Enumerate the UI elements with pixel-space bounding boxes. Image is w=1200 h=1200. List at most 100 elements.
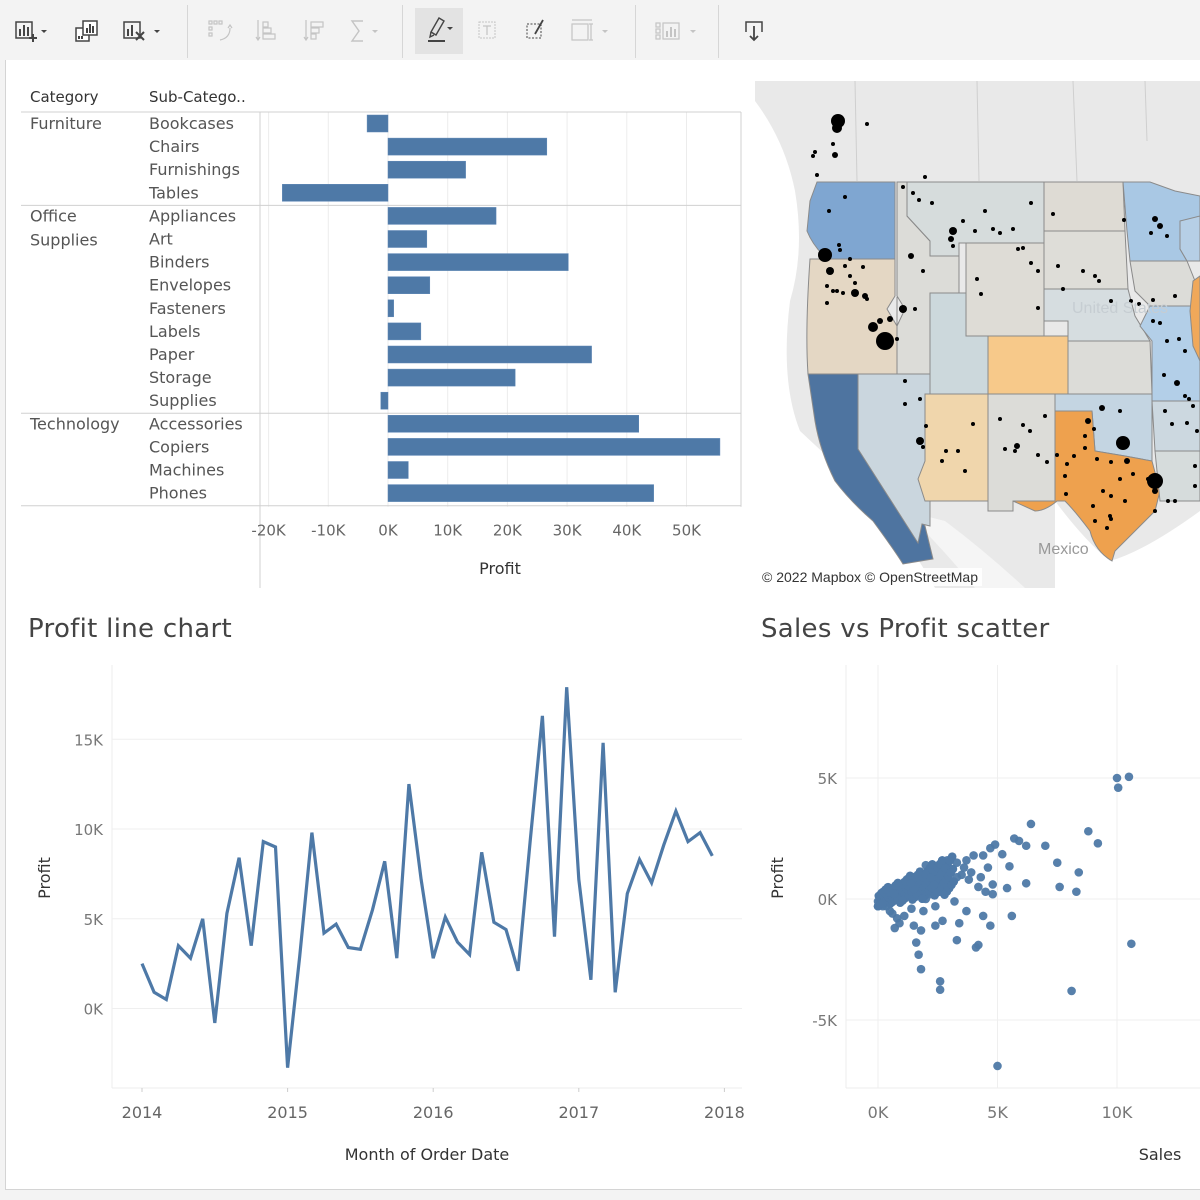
city-point[interactable] <box>1051 212 1055 216</box>
city-point[interactable] <box>1021 246 1025 250</box>
city-point[interactable] <box>913 307 917 311</box>
city-point[interactable] <box>1097 279 1101 283</box>
city-point[interactable] <box>1083 434 1087 438</box>
city-point[interactable] <box>1055 453 1059 457</box>
city-point[interactable] <box>815 173 819 177</box>
scatter-point[interactable] <box>878 898 887 908</box>
city-point[interactable] <box>979 292 983 296</box>
line-point[interactable] <box>502 926 510 934</box>
scatter-point[interactable] <box>1041 841 1050 851</box>
line-point[interactable] <box>660 841 668 849</box>
city-point[interactable] <box>1123 499 1127 503</box>
scatter-point[interactable] <box>931 901 940 911</box>
line-point[interactable] <box>684 838 692 846</box>
scatter-point[interactable] <box>962 906 971 916</box>
scatter-point[interactable] <box>986 843 995 853</box>
scatter-point[interactable] <box>983 863 993 872</box>
scatter-point[interactable] <box>1052 858 1062 867</box>
subcategory-label[interactable]: Appliances <box>149 206 236 225</box>
profit-map[interactable]: United States Mexico © 2022 Mapbox © Ope… <box>755 81 1200 588</box>
scatter-point[interactable] <box>906 879 916 888</box>
scatter-point[interactable] <box>937 856 947 865</box>
scatter-point[interactable] <box>950 897 959 906</box>
scatter-point[interactable] <box>978 911 988 921</box>
scatter-point[interactable] <box>881 885 890 894</box>
subcategory-label[interactable]: Accessories <box>149 414 243 433</box>
city-point[interactable] <box>831 142 835 146</box>
scatter-point[interactable] <box>1007 911 1017 921</box>
city-point[interactable] <box>1045 460 1049 464</box>
city-point[interactable] <box>1095 457 1099 461</box>
city-point[interactable] <box>917 198 921 202</box>
scatter-point[interactable] <box>988 880 998 889</box>
line-point[interactable] <box>211 1019 219 1027</box>
profit-bar[interactable] <box>387 207 497 225</box>
state-louisiana[interactable] <box>1154 450 1200 502</box>
line-point[interactable] <box>223 909 231 917</box>
line-point[interactable] <box>259 838 267 846</box>
profit-bar[interactable] <box>366 114 389 133</box>
line-point[interactable] <box>320 929 328 937</box>
scatter-point[interactable] <box>1113 783 1123 792</box>
city-point[interactable] <box>1173 294 1177 298</box>
city-point[interactable] <box>1064 492 1068 496</box>
line-point[interactable] <box>538 712 546 720</box>
city-point[interactable] <box>1195 429 1199 433</box>
city-point[interactable] <box>851 289 859 297</box>
city-point[interactable] <box>1091 504 1095 508</box>
profit-bar[interactable] <box>387 322 422 341</box>
city-point[interactable] <box>1043 414 1047 418</box>
city-point[interactable] <box>825 284 829 288</box>
scatter-point[interactable] <box>949 877 959 886</box>
city-point[interactable] <box>1036 306 1040 310</box>
city-point[interactable] <box>1165 339 1169 343</box>
city-point[interactable] <box>1021 423 1025 427</box>
profit-bar[interactable] <box>387 438 721 456</box>
city-point[interactable] <box>911 191 915 195</box>
city-point[interactable] <box>973 229 977 233</box>
city-point[interactable] <box>961 219 965 223</box>
scatter-point[interactable] <box>919 906 928 916</box>
scatter-point[interactable] <box>952 935 962 945</box>
city-point[interactable] <box>1105 526 1109 530</box>
scatter-point[interactable] <box>966 868 976 877</box>
line-point[interactable] <box>599 739 607 747</box>
line-point[interactable] <box>174 942 182 950</box>
scatter-point[interactable] <box>909 921 919 930</box>
city-point[interactable] <box>1085 418 1091 424</box>
line-point[interactable] <box>575 875 583 883</box>
subcategory-label[interactable]: Art <box>149 230 173 249</box>
line-point[interactable] <box>271 843 279 851</box>
profit-bar[interactable] <box>387 160 466 179</box>
y-axis-title[interactable]: Profit <box>768 857 787 899</box>
city-point[interactable] <box>1124 458 1130 464</box>
city-point[interactable] <box>1118 409 1122 413</box>
subcategory-label[interactable]: Envelopes <box>149 276 231 295</box>
city-point[interactable] <box>899 305 907 313</box>
line-point[interactable] <box>417 875 425 883</box>
city-point[interactable] <box>963 469 967 473</box>
city-point[interactable] <box>811 154 815 158</box>
line-point[interactable] <box>466 951 474 959</box>
city-point[interactable] <box>1177 337 1181 341</box>
scatter-point[interactable] <box>931 921 940 930</box>
subcategory-label[interactable]: Tables <box>148 183 199 202</box>
city-point[interactable] <box>1014 443 1020 449</box>
city-point[interactable] <box>1109 517 1113 521</box>
city-point[interactable] <box>949 227 957 235</box>
city-point[interactable] <box>1065 462 1069 466</box>
city-point[interactable] <box>1093 519 1097 523</box>
city-point[interactable] <box>1109 494 1113 498</box>
city-point[interactable] <box>998 417 1002 421</box>
line-point[interactable] <box>453 938 461 946</box>
city-point[interactable] <box>908 253 914 259</box>
city-point[interactable] <box>1147 473 1163 489</box>
city-point[interactable] <box>877 318 883 324</box>
line-point[interactable] <box>623 890 631 898</box>
state-wyoming[interactable] <box>965 242 1045 337</box>
line-point[interactable] <box>587 976 595 984</box>
profit-bar[interactable] <box>387 484 654 502</box>
line-point[interactable] <box>526 836 534 844</box>
line-point[interactable] <box>235 854 243 862</box>
scatter-point[interactable] <box>916 926 926 935</box>
